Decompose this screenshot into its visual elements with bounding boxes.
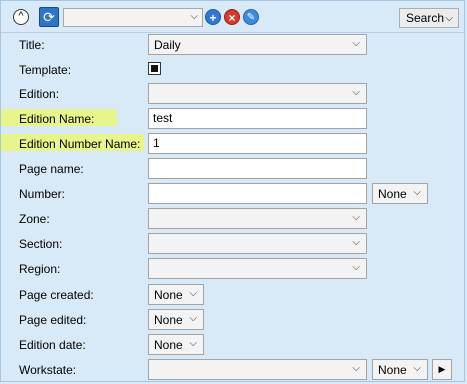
edition-row: Edition: ⌵ [1,83,466,105]
workstate-mode-select[interactable]: None ⌵ [372,359,428,380]
search-button-label: Search [406,11,445,25]
edition-select[interactable]: ⌵ [148,83,367,104]
chevron-down-icon: ⌵ [352,212,360,223]
edition-date-label: Edition date: [19,338,86,352]
edition-name-row: Edition Name: test [1,108,466,130]
number-mode-select[interactable]: None ⌵ [372,183,428,204]
region-label: Region: [19,262,61,276]
region-select[interactable]: ⌵ [148,258,367,279]
page-name-input[interactable] [148,158,367,179]
checkbox-mark [151,65,158,72]
edition-number-name-input[interactable]: 1 [148,133,367,154]
number-mode-value: None [378,187,407,201]
workstate-row: Workstate: ⌵ None ⌵ ▶ [1,359,466,381]
edition-date-select[interactable]: None ⌵ [148,334,204,355]
zone-row: Zone: ⌵ [1,208,466,230]
chevron-down-icon: ⌵ [445,13,453,24]
page-created-row: Page created: None ⌵ [1,284,466,306]
saved-search-select[interactable]: ⌵ [63,8,203,27]
title-row: Title: Daily ⌵ [1,34,466,56]
toolbar: ^ ⟳ ⌵ + × ✎ Search ⌵ [1,1,466,33]
number-row: Number: None ⌵ [1,183,466,205]
play-icon[interactable]: ▶ [432,359,452,380]
collapse-icon[interactable]: ^ [13,9,29,25]
zone-label: Zone: [19,212,50,226]
refresh-icon[interactable]: ⟳ [39,7,59,27]
section-select[interactable]: ⌵ [148,233,367,254]
chevron-down-icon: ⌵ [352,38,360,49]
chevron-down-icon: ⌵ [352,262,360,273]
title-value: Daily [154,38,181,52]
title-select[interactable]: Daily ⌵ [148,34,367,55]
section-row: Section: ⌵ [1,233,466,255]
chevron-down-icon: ⌵ [413,363,421,374]
page-edited-row: Page edited: None ⌵ [1,309,466,331]
chevron-down-icon: ⌵ [352,363,360,374]
workstate-mode-value: None [378,363,407,377]
template-row: Template: [1,59,466,81]
zone-select[interactable]: ⌵ [148,208,367,229]
region-row: Region: ⌵ [1,258,466,280]
add-icon[interactable]: + [205,9,221,25]
number-input[interactable] [148,183,367,204]
number-label: Number: [19,187,66,201]
page-created-select[interactable]: None ⌵ [148,284,204,305]
chevron-down-icon: ⌵ [190,11,198,22]
title-label: Title: [19,38,45,52]
edition-date-value: None [154,338,183,352]
edition-name-input[interactable]: test [148,108,367,129]
edition-name-label: Edition Name: [19,112,95,126]
section-label: Section: [19,237,63,251]
edit-icon[interactable]: ✎ [243,9,259,25]
search-button[interactable]: Search ⌵ [399,8,459,28]
chevron-down-icon: ⌵ [189,313,197,324]
delete-icon[interactable]: × [224,9,240,25]
page-edited-value: None [154,313,183,327]
edition-number-name-label: Edition Number Name: [19,137,141,151]
chevron-down-icon: ⌵ [189,338,197,349]
page-name-label: Page name: [19,162,84,176]
chevron-down-icon: ⌵ [352,87,360,98]
edition-number-name-row: Edition Number Name: 1 [1,133,466,155]
page-name-row: Page name: [1,158,466,180]
page-created-label: Page created: [19,288,94,302]
page-edited-label: Page edited: [19,313,87,327]
chevron-down-icon: ⌵ [352,237,360,248]
chevron-down-icon: ⌵ [189,288,197,299]
page-created-value: None [154,288,183,302]
template-label: Template: [19,63,72,77]
edition-label: Edition: [19,87,60,101]
chevron-down-icon: ⌵ [413,187,421,198]
search-panel: ^ ⟳ ⌵ + × ✎ Search ⌵ Title: Daily ⌵ Temp… [0,0,466,382]
edition-date-row: Edition date: None ⌵ [1,334,466,356]
page-edited-select[interactable]: None ⌵ [148,309,204,330]
workstate-select[interactable]: ⌵ [148,359,367,380]
workstate-label: Workstate: [19,363,77,377]
template-checkbox[interactable] [148,62,161,75]
